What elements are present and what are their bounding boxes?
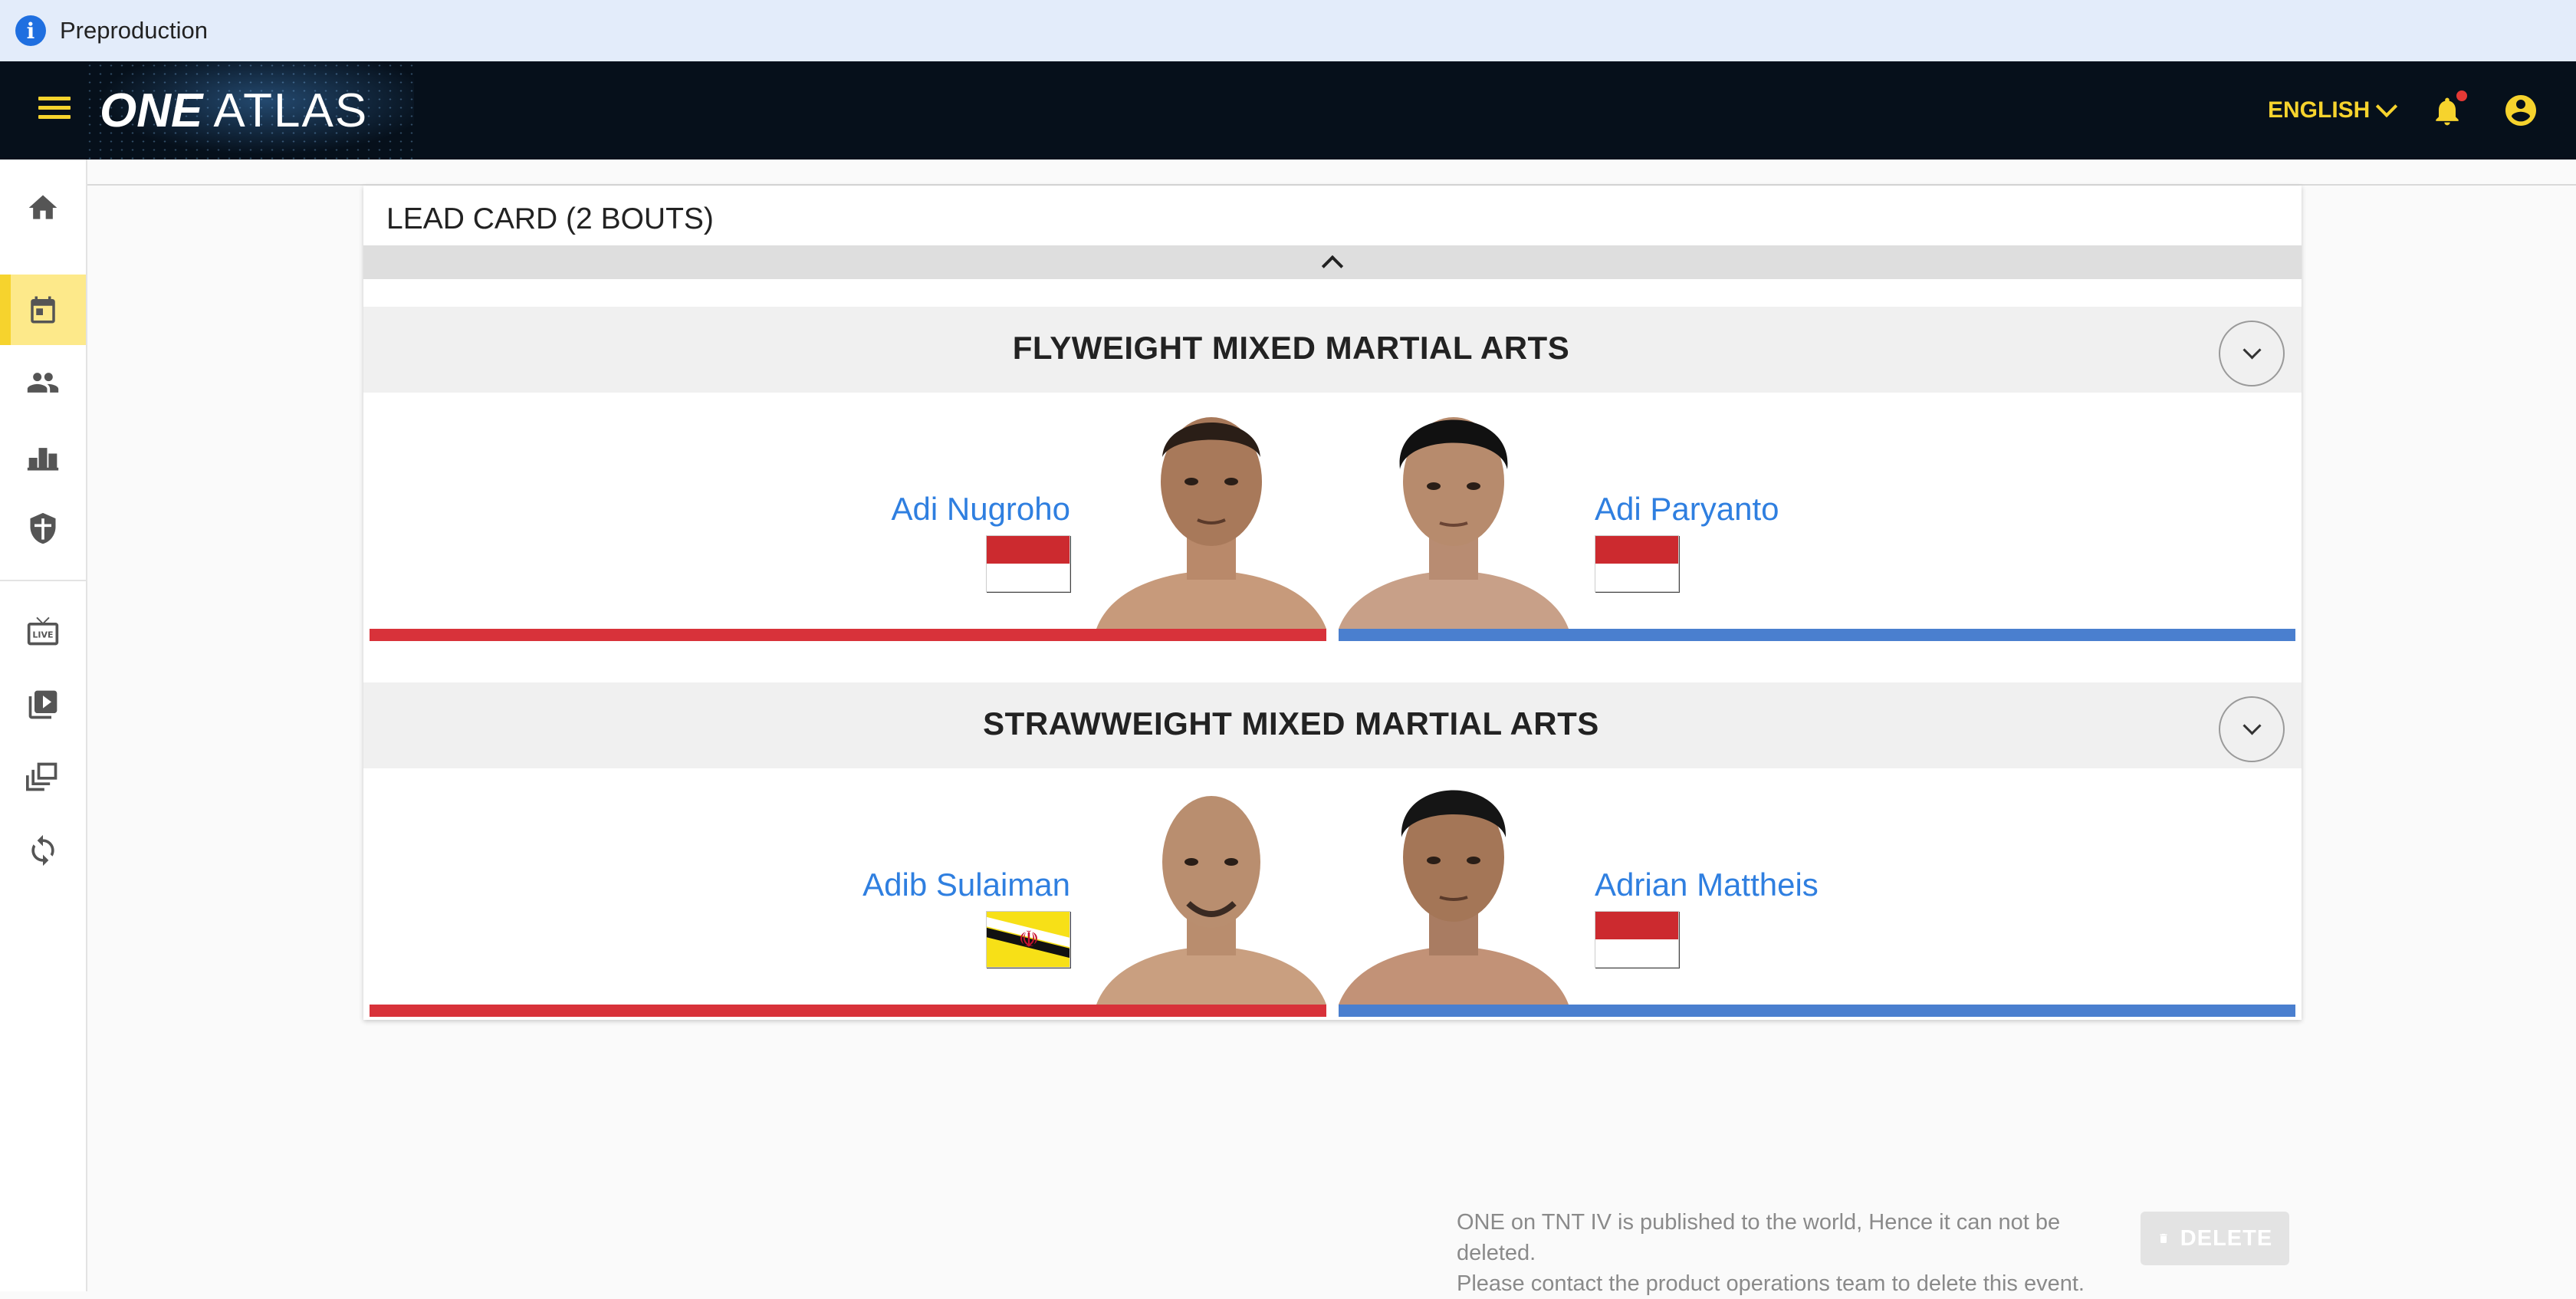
chevron-up-icon bbox=[1321, 255, 1344, 278]
language-selector[interactable]: ENGLISH bbox=[2268, 95, 2398, 124]
account-circle-icon[interactable] bbox=[2502, 92, 2539, 129]
bout-title: FLYWEIGHT MIXED MARTIAL ARTS bbox=[1012, 330, 1570, 366]
calendar-icon bbox=[31, 296, 55, 324]
delete-disabled-note: ONE on TNT IV is published to the world,… bbox=[1457, 1207, 2131, 1299]
fighter-name-link[interactable]: Adi Nugroho bbox=[892, 491, 1070, 528]
home-icon bbox=[28, 195, 58, 219]
indonesia-flag-icon bbox=[986, 535, 1070, 592]
menu-icon[interactable] bbox=[38, 97, 71, 124]
red-corner-fighter-card: Adib Sulaiman ☫ bbox=[370, 771, 1326, 1017]
indonesia-flag-icon bbox=[1595, 535, 1679, 592]
language-label: ENGLISH bbox=[2268, 97, 2371, 123]
shield-icon bbox=[30, 512, 56, 544]
sync-icon bbox=[31, 834, 54, 867]
video-library-icon bbox=[28, 690, 58, 719]
expand-bout-button[interactable] bbox=[2219, 321, 2285, 386]
logo-atlas-text: ATLAS bbox=[213, 84, 369, 137]
red-corner-fighter-card: Adi Nugroho bbox=[370, 396, 1326, 641]
fighter-photo bbox=[1339, 771, 1569, 1005]
sidebar-item-events[interactable] bbox=[0, 275, 86, 345]
note-line-1: ONE on TNT IV is published to the world,… bbox=[1457, 1210, 2061, 1265]
live-tv-icon: LIVE bbox=[27, 617, 59, 646]
people-icon bbox=[27, 373, 59, 393]
fighter-photo bbox=[1339, 396, 1569, 629]
sidebar-item-live[interactable]: LIVE bbox=[0, 597, 86, 666]
fighter-name-link[interactable]: Adib Sulaiman bbox=[863, 867, 1070, 903]
logo-one-text: ONE bbox=[100, 84, 203, 137]
delete-label: DELETE bbox=[2180, 1225, 2273, 1251]
sidebar-item-rankings[interactable] bbox=[0, 423, 86, 492]
bout-header: STRAWWEIGHT MIXED MARTIAL ARTS bbox=[363, 682, 2302, 768]
sidebar-item-athletes[interactable] bbox=[0, 348, 86, 417]
delete-event-button[interactable]: DELETE bbox=[2141, 1212, 2289, 1265]
fighter-name-link[interactable]: Adrian Mattheis bbox=[1595, 867, 1819, 903]
info-icon: i bbox=[15, 15, 46, 46]
chevron-down-icon bbox=[2242, 716, 2262, 735]
notifications-bell-icon[interactable] bbox=[2430, 90, 2467, 129]
one-atlas-logo[interactable]: ONE ATLAS bbox=[100, 80, 368, 141]
sidebar-item-videos[interactable] bbox=[0, 670, 86, 739]
collections-icon bbox=[26, 762, 58, 791]
fighter-photo bbox=[1096, 396, 1326, 629]
chevron-down-icon bbox=[2242, 340, 2262, 360]
brunei-flag-icon: ☫ bbox=[986, 911, 1070, 968]
trash-icon bbox=[2160, 1234, 2167, 1243]
blue-corner-fighter-card: Adrian Mattheis bbox=[1339, 771, 2295, 1017]
indonesia-flag-icon bbox=[1595, 911, 1679, 968]
chevron-down-icon bbox=[2376, 95, 2398, 118]
red-corner-stripe bbox=[370, 1005, 1326, 1017]
sidebar-divider bbox=[0, 580, 86, 581]
environment-banner: i Preproduction bbox=[0, 0, 2576, 61]
blue-corner-stripe bbox=[1339, 629, 2295, 641]
notification-dot bbox=[2456, 90, 2467, 101]
red-corner-stripe bbox=[370, 629, 1326, 641]
blue-corner-stripe bbox=[1339, 1005, 2295, 1017]
sidebar-nav: LIVE bbox=[0, 159, 87, 1291]
blue-corner-fighter-card: Adi Paryanto bbox=[1339, 396, 2295, 641]
svg-text:LIVE: LIVE bbox=[32, 630, 53, 640]
environment-label: Preproduction bbox=[60, 17, 209, 44]
app-bar: ONE ATLAS ENGLISH bbox=[0, 61, 2576, 159]
sidebar-item-home[interactable] bbox=[0, 173, 86, 242]
bout-title: STRAWWEIGHT MIXED MARTIAL ARTS bbox=[983, 705, 1599, 742]
sidebar-item-organizations[interactable] bbox=[0, 494, 86, 563]
card-title: LEAD CARD (2 BOUTS) bbox=[386, 202, 714, 235]
sidebar-item-collections[interactable] bbox=[0, 742, 86, 811]
lead-card-panel: LEAD CARD (2 BOUTS) FLYWEIGHT MIXED MART… bbox=[363, 186, 2302, 1020]
fighter-photo bbox=[1096, 771, 1326, 1005]
bout-header: FLYWEIGHT MIXED MARTIAL ARTS bbox=[363, 307, 2302, 393]
collapse-card-button[interactable] bbox=[363, 245, 2302, 279]
podium-icon bbox=[27, 448, 59, 471]
note-line-2: Please contact the product operations te… bbox=[1457, 1271, 2085, 1296]
expand-bout-button[interactable] bbox=[2219, 696, 2285, 762]
sidebar-item-sync[interactable] bbox=[0, 816, 86, 885]
fighter-name-link[interactable]: Adi Paryanto bbox=[1595, 491, 1779, 528]
